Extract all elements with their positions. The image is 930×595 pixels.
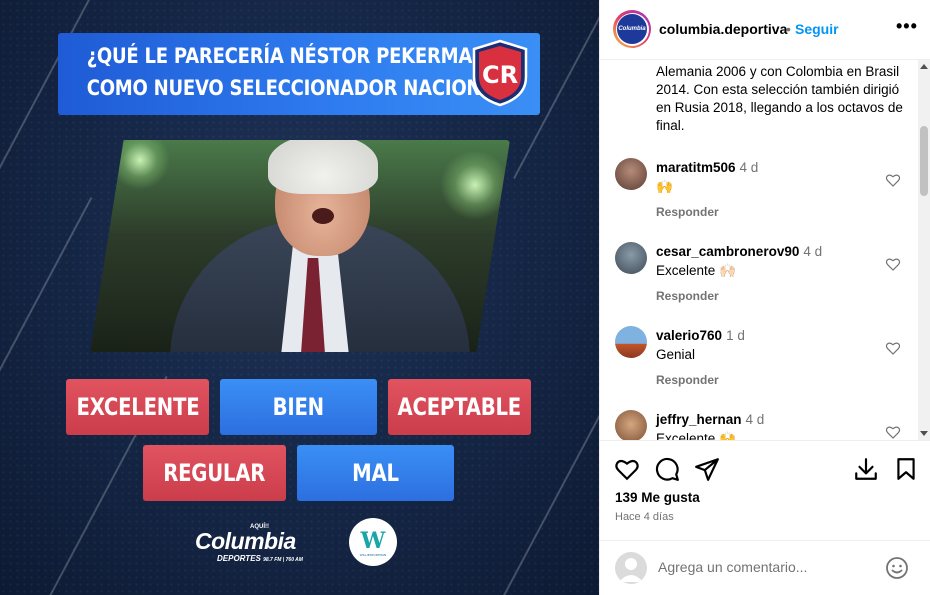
like-comment-heart-icon[interactable] [885,340,901,356]
option-label: REGULAR [163,459,266,487]
comment-text: Genial [656,347,696,362]
option-label: BIEN [272,393,325,421]
emoji-icon[interactable] [885,556,909,580]
commenter-name[interactable]: maratitm506 4 d [656,160,758,175]
option-label: MAL [352,459,399,487]
follow-button[interactable]: Seguir [795,21,839,37]
comments-list[interactable]: Alemania 2006 y con Colombia en Brasil 2… [600,60,930,440]
separator-dot: • [786,21,791,37]
comment-item: cesar_cambronerov90 4 d Excelente 🙌🏻 Resp… [600,242,918,322]
commenter-name[interactable]: valerio760 1 d [656,328,745,343]
option-label: ACEPTABLE [397,393,522,421]
instagram-post-view: ¿QUÉ LE PARECERÍA NÉSTOR PEKERMAN COMO N… [0,0,930,595]
comment-input[interactable] [658,559,878,575]
headline-line-1: ¿QUÉ LE PARECERÍA NÉSTOR PEKERMAN [86,44,487,68]
headline-line-2: COMO NUEVO SELECCIONADOR NACIONAL? [86,76,517,100]
costa-rica-crest-icon: CR [472,39,528,107]
commenter-name[interactable]: cesar_cambronerov90 4 d [656,244,822,259]
post-caption: Alemania 2006 y con Colombia en Brasil 2… [656,64,903,133]
more-options-icon[interactable]: ••• [896,16,918,37]
comment-text: Excelente 🙌 [656,431,736,440]
comment-composer [600,540,930,595]
w-logo-caption: WILLIESPORTMAN [360,553,387,557]
post-date: Hace 4 días [615,511,674,523]
account-avatar[interactable]: Columbia [613,10,651,48]
post-sidebar: Columbia columbia.deportiva • Seguir •••… [599,0,930,595]
option-bien-button[interactable]: BIEN [220,379,377,435]
crest-text: CR [482,61,518,89]
download-icon[interactable] [853,456,879,482]
heart-icon[interactable] [614,456,640,482]
commenter-name[interactable]: jeffry_hernan 4 d [656,412,764,427]
coach-photo [90,140,510,352]
commenter-avatar[interactable] [615,242,647,274]
comment-text: 🙌 [656,179,673,194]
commenter-avatar[interactable] [615,410,647,440]
like-comment-heart-icon[interactable] [885,172,901,188]
like-comment-heart-icon[interactable] [885,424,901,440]
scroll-up-arrow-icon[interactable] [920,64,928,69]
option-mal-button[interactable]: MAL [297,445,454,501]
comment-item: jeffry_hernan 4 d Excelente 🙌 [600,410,918,440]
comment-icon[interactable] [654,456,680,482]
option-label: EXCELENTE [76,393,199,421]
reply-button[interactable]: Responder [656,373,719,387]
reply-button[interactable]: Responder [656,289,719,303]
w-logo-icon: W WILLIESPORTMAN [349,518,397,566]
post-actions: 139 Me gusta Hace 4 días [600,440,930,530]
post-header: Columbia columbia.deportiva • Seguir ••• [600,0,930,60]
option-aceptable-button[interactable]: ACEPTABLE [388,379,531,435]
reply-button[interactable]: Responder [656,205,719,219]
bookmark-icon[interactable] [893,456,919,482]
like-count[interactable]: 139 Me gusta [615,490,700,505]
headline-banner: ¿QUÉ LE PARECERÍA NÉSTOR PEKERMAN COMO N… [58,33,540,115]
brand-subtitle: DEPORTES 98.7 FM | 760 AM [217,554,303,563]
comment-item: valerio760 1 d Genial Responder [600,326,918,406]
scrollbar-thumb[interactable] [920,126,928,196]
post-image: ¿QUÉ LE PARECERÍA NÉSTOR PEKERMAN COMO N… [0,0,599,595]
columbia-deportes-logo: AQUÍ!! Columbia DEPORTES 98.7 FM | 760 A… [195,524,327,564]
avatar-label: Columbia [617,14,647,44]
brand-name: Columbia [195,528,296,554]
share-icon[interactable] [694,456,720,482]
comments-scrollbar[interactable] [918,60,930,440]
w-logo-letter: W [360,528,386,554]
comment-text: Excelente 🙌🏻 [656,263,736,278]
comment-item: maratitm506 4 d 🙌 Responder [600,158,918,238]
current-user-avatar [615,552,647,584]
scroll-down-arrow-icon[interactable] [920,431,928,436]
option-excelente-button[interactable]: EXCELENTE [66,379,209,435]
option-regular-button[interactable]: REGULAR [143,445,286,501]
username-link[interactable]: columbia.deportiva [659,21,787,37]
commenter-avatar[interactable] [615,326,647,358]
commenter-avatar[interactable] [615,158,647,190]
like-comment-heart-icon[interactable] [885,256,901,272]
